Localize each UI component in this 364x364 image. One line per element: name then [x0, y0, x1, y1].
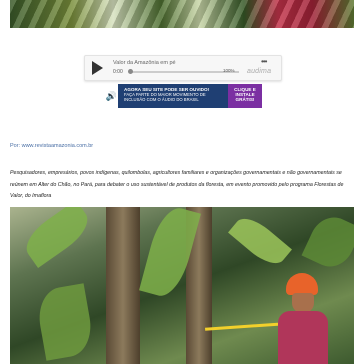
source-link[interactable]: Por: www.revistaamazonia.com.br [10, 143, 93, 149]
time-readout: 0:00 [113, 69, 123, 75]
banner-line-3: inclusão com o áudio do Brasil [124, 97, 199, 102]
more-icon[interactable]: ••• [261, 57, 267, 66]
article-photo [10, 207, 354, 364]
progress-knob[interactable] [128, 69, 133, 74]
audima-promo-banner[interactable]: 🔊 Agora seu site pode ser ouvido! Faça p… [105, 84, 262, 108]
volume-readout: 100% [223, 68, 235, 73]
track-title: Valor da Amazônia em pé [113, 60, 176, 66]
article-caption: Pesquisadores, empresários, povos indíge… [10, 170, 344, 199]
audima-logo: audima [247, 68, 272, 75]
speaker-icon: 🔊 [105, 84, 118, 108]
audio-player[interactable]: Valor da Amazônia em pé 0:00 100% ••• au… [84, 55, 282, 81]
top-photo [10, 0, 354, 28]
play-icon[interactable] [92, 61, 103, 75]
install-free-button[interactable]: Clique e instale grátis! [228, 84, 262, 108]
banner-text: Agora seu site pode ser ouvido! Faça par… [118, 84, 228, 108]
